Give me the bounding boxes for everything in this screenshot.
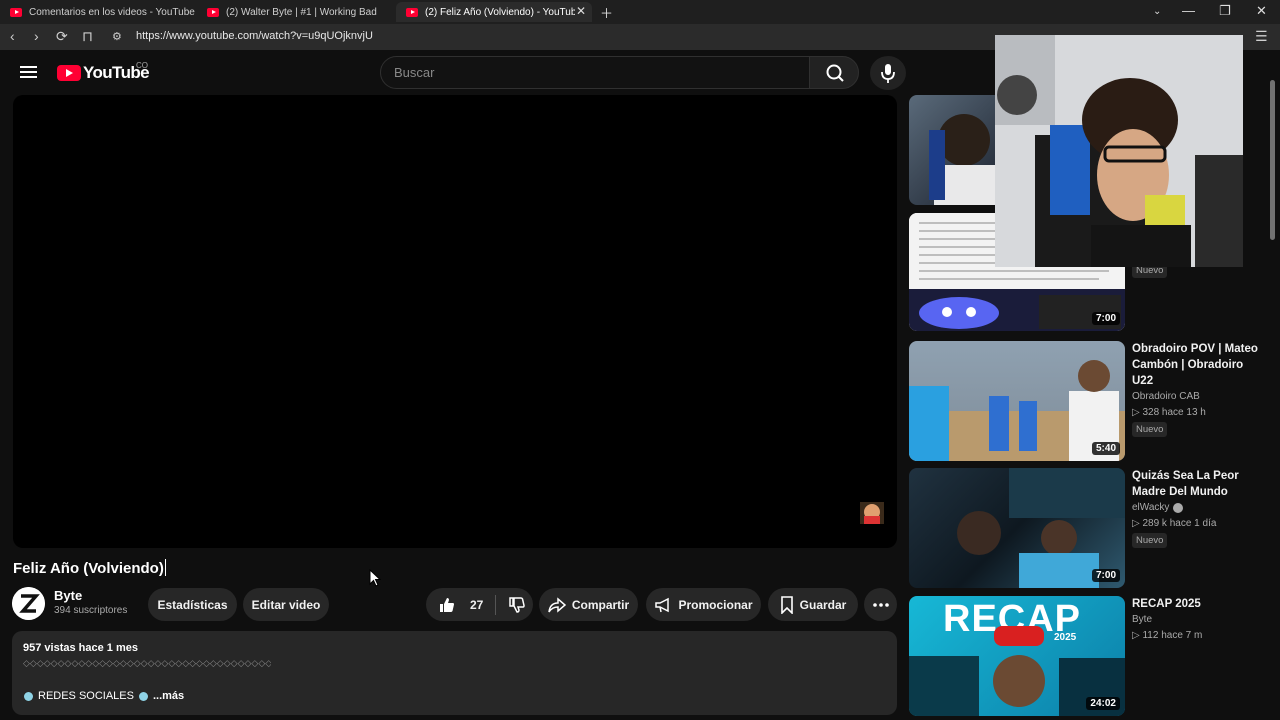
video-channel[interactable]: Byte	[1132, 614, 1152, 625]
video-thumbnail[interactable]: 7:00	[909, 468, 1125, 588]
video-duration: 5:40	[1091, 442, 1120, 455]
edit-video-button[interactable]: Editar video	[243, 588, 329, 621]
tab-label: (2) Feliz Año (Volviendo) - YouTube	[425, 6, 575, 18]
tab-feliz-ano[interactable]: (2) Feliz Año (Volviendo) - YouTube ✕	[396, 2, 592, 22]
tab-walter-byte[interactable]: (2) Walter Byte | #1 | Working Bad	[197, 2, 392, 22]
video-meta: ▷ 289 k hace 1 día	[1132, 518, 1217, 529]
close-tab-icon[interactable]: ✕	[576, 4, 586, 18]
search-input[interactable]: Buscar	[380, 56, 810, 89]
video-channel[interactable]: elWacky	[1132, 502, 1184, 513]
share-icon	[548, 596, 566, 613]
video-title: Feliz Año (Volviendo)	[13, 559, 166, 577]
back-icon[interactable]: ‹	[10, 28, 15, 44]
reload-icon[interactable]: ⟳	[56, 28, 68, 45]
dislike-icon[interactable]	[508, 596, 526, 614]
video-player[interactable]	[13, 95, 897, 548]
save-label: Guardar	[799, 597, 847, 612]
description-divider: ◇◇◇◇◇◇◇◇◇◇◇◇◇◇◇◇◇◇◇◇◇◇◇◇◇◇◇◇◇◇◇◇◇◇◇◇◇◇◇◇	[23, 658, 271, 668]
browser-tab-bar: Comentarios en los videos - YouTube S (2…	[0, 0, 1280, 24]
subscriber-count: 394 suscriptores	[54, 605, 128, 616]
gem-icon	[138, 691, 148, 701]
channel-watermark-icon[interactable]	[856, 496, 888, 528]
new-badge: Nuevo	[1132, 533, 1168, 548]
youtube-favicon-icon	[207, 7, 219, 17]
gem-icon	[24, 691, 33, 701]
new-tab-icon[interactable]: ＋	[600, 3, 613, 22]
megaphone-icon	[655, 597, 670, 612]
page-scrollbar[interactable]	[1270, 80, 1275, 240]
like-count[interactable]: 27	[470, 598, 483, 612]
save-button[interactable]: Guardar	[768, 588, 858, 621]
tab-comentarios[interactable]: Comentarios en los videos - YouTube S	[0, 2, 195, 22]
bookmark-save-icon	[780, 595, 793, 614]
promote-button[interactable]: Promocionar	[646, 588, 761, 621]
video-thumbnail[interactable]: 5:40	[909, 341, 1125, 461]
like-dislike-group: 27	[426, 588, 533, 621]
minimize-icon[interactable]: —	[1182, 3, 1195, 18]
video-meta: ▷ 328 hace 13 h	[1132, 407, 1206, 418]
youtube-favicon-icon	[10, 7, 22, 17]
social-line: REDES SOCIALES ...más	[24, 690, 184, 702]
more-actions-button[interactable]	[864, 588, 897, 621]
mouse-cursor-icon	[369, 569, 381, 587]
verified-icon	[1173, 502, 1184, 513]
more-icon	[872, 602, 889, 607]
share-label: Compartir	[571, 597, 630, 612]
channel-avatar[interactable]	[12, 587, 45, 620]
video-meta: ▷ 112 hace 7 m	[1132, 630, 1203, 641]
new-badge: Nuevo	[1132, 422, 1168, 437]
browser-menu-icon[interactable]: ☰	[1255, 28, 1268, 45]
divider	[495, 594, 497, 615]
menu-icon[interactable]	[20, 66, 37, 78]
promote-label: Promocionar	[678, 597, 753, 612]
youtube-favicon-icon	[406, 7, 418, 17]
tab-label: Comentarios en los videos - YouTube S	[29, 6, 195, 18]
video-duration: 24:02	[1086, 697, 1120, 710]
video-thumbnail[interactable]: RECAP 2025 24:02	[909, 596, 1125, 716]
channel-logo-icon	[12, 587, 45, 620]
stats-button[interactable]: Estadísticas	[148, 588, 237, 621]
video-title[interactable]: Quizás Sea La Peor Madre Del Mundo	[1132, 468, 1267, 500]
share-button[interactable]: Compartir	[539, 588, 638, 621]
microphone-icon	[881, 64, 895, 83]
description-box[interactable]	[12, 631, 897, 715]
more-link[interactable]: ...más	[153, 690, 184, 702]
voice-search-button[interactable]	[870, 56, 906, 90]
like-icon[interactable]	[438, 596, 456, 614]
video-duration: 7:00	[1091, 569, 1120, 582]
channel-name[interactable]: Byte	[54, 588, 82, 603]
video-title[interactable]: RECAP 2025	[1132, 596, 1267, 612]
view-stats: 957 vistas hace 1 mes	[23, 642, 138, 654]
webcam-overlay	[995, 35, 1243, 267]
close-window-icon[interactable]: ✕	[1256, 3, 1267, 19]
youtube-logo-icon[interactable]	[57, 65, 81, 81]
social-label: REDES SOCIALES	[38, 690, 134, 702]
country-code: CO	[136, 61, 148, 70]
site-info-icon[interactable]: ⚙	[112, 30, 122, 43]
video-channel[interactable]: Obradoiro CAB	[1132, 391, 1200, 402]
webcam-image	[995, 35, 1243, 267]
search-button[interactable]	[809, 56, 859, 89]
search-icon	[826, 64, 844, 82]
tab-search-icon[interactable]: ⌄	[1153, 6, 1161, 17]
maximize-icon[interactable]: ❐	[1219, 3, 1231, 19]
video-title[interactable]: Obradoiro POV | Mateo Cambón | Obradoiro…	[1132, 341, 1267, 389]
tab-label: (2) Walter Byte | #1 | Working Bad	[226, 6, 377, 18]
url-field[interactable]: https://www.youtube.com/watch?v=u9qUOjkn…	[136, 30, 373, 42]
bookmark-icon[interactable]: ⊓	[82, 28, 93, 45]
video-duration: 7:00	[1091, 312, 1120, 325]
forward-icon[interactable]: ›	[34, 28, 39, 44]
